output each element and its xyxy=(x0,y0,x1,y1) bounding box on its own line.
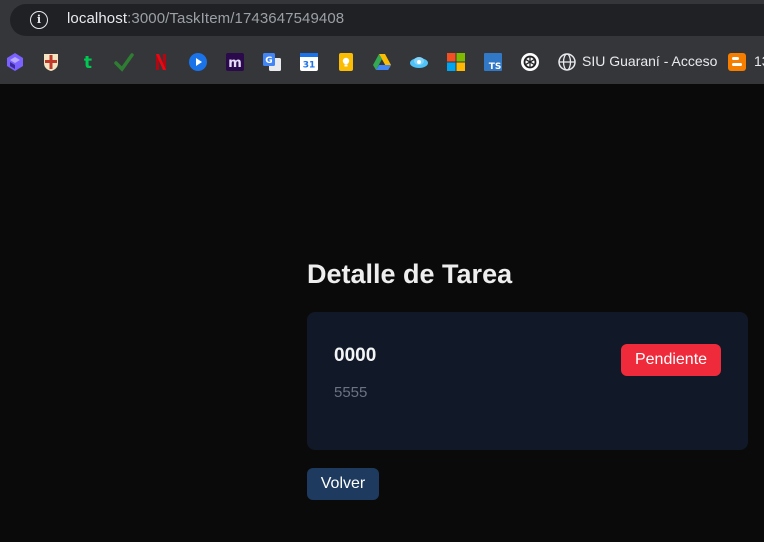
bookmark-cloud-icon[interactable] xyxy=(409,52,429,72)
blogger-icon[interactable] xyxy=(727,52,747,72)
bookmarks-bar: t m G 31 TS SIU Guaraní - Acceso 1 xyxy=(0,44,764,80)
svg-text:31: 31 xyxy=(303,61,316,71)
bookmark-google-translate-icon[interactable]: G xyxy=(262,52,282,72)
bookmark-google-keep-icon[interactable] xyxy=(336,52,356,72)
page-title: Detalle de Tarea xyxy=(307,259,513,289)
bookmark-blogger-label[interactable]: 13 xyxy=(754,53,764,69)
bookmark-siu-guarani-label[interactable]: SIU Guaraní - Acceso xyxy=(582,53,717,69)
svg-text:TS: TS xyxy=(489,62,502,72)
task-card: 0000 5555 Pendiente xyxy=(307,312,748,450)
back-button[interactable]: Volver xyxy=(307,468,379,500)
bookmark-play-circle-icon[interactable] xyxy=(188,52,208,72)
svg-text:t: t xyxy=(84,53,92,72)
bookmark-moodle-m-icon[interactable]: m xyxy=(225,52,245,72)
bookmark-netflix-icon[interactable] xyxy=(151,52,171,72)
site-info-icon[interactable]: i xyxy=(30,11,48,29)
bookmark-green-check-icon[interactable] xyxy=(114,52,134,72)
bookmark-power-automate-icon[interactable] xyxy=(5,52,25,72)
url-host: localhost xyxy=(67,10,128,27)
browser-chrome: i localhost:3000/TaskItem/1743647549408 … xyxy=(0,0,764,84)
task-name: 0000 xyxy=(334,345,377,366)
bookmark-university-crest-icon[interactable] xyxy=(41,52,61,72)
bookmark-openai-icon[interactable] xyxy=(520,52,540,72)
bookmark-google-drive-icon[interactable] xyxy=(372,52,392,72)
task-description: 5555 xyxy=(334,384,368,401)
url-text[interactable]: localhost:3000/TaskItem/1743647549408 xyxy=(67,10,344,27)
url-path: :3000/TaskItem/1743647549408 xyxy=(127,10,345,27)
bookmark-microsoft-icon[interactable] xyxy=(446,52,466,72)
bookmark-typescript-icon[interactable]: TS xyxy=(483,52,503,72)
page-content: Detalle de Tarea 0000 5555 Pendiente Vol… xyxy=(0,84,764,542)
globe-icon[interactable] xyxy=(557,52,577,72)
bookmark-tumblr-t-icon[interactable]: t xyxy=(78,52,98,72)
svg-text:m: m xyxy=(228,56,242,71)
bookmark-google-calendar-icon[interactable]: 31 xyxy=(299,52,319,72)
status-badge: Pendiente xyxy=(621,344,721,376)
svg-text:G: G xyxy=(265,56,272,66)
address-bar-row: i localhost:3000/TaskItem/1743647549408 xyxy=(0,0,764,40)
